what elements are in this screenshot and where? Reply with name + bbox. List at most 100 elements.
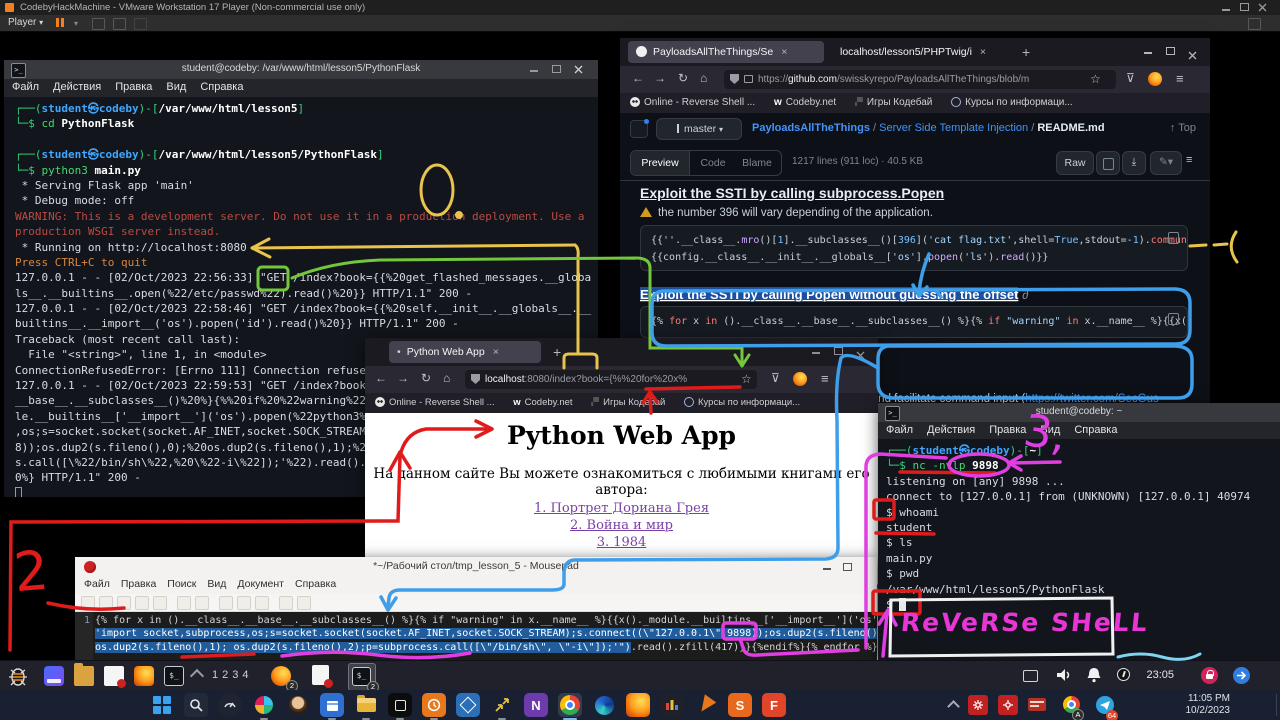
firefox2-close-button[interactable] [856,347,866,356]
toolbar-paste-icon[interactable] [255,596,269,610]
pocket-icon[interactable]: ⊽ [1126,71,1135,85]
chevron-up-icon[interactable] [190,669,204,683]
calendar-app-icon[interactable] [320,693,344,717]
s-app-icon[interactable]: S [728,693,752,717]
toolbar-replace-icon[interactable] [297,596,311,610]
menu-icon[interactable]: ≡ [1176,71,1184,86]
edit-icon[interactable]: ✎▾ [1150,151,1182,175]
bookmark-reverse-shell[interactable]: Online - Reverse Shell ... [630,97,755,108]
outline-icon[interactable]: ≡ [1186,154,1192,166]
toolbar-cut-icon[interactable] [219,596,233,610]
menu-item[interactable]: Справка [200,81,243,93]
firefox-extension-icon[interactable] [1148,72,1162,86]
vm-clock[interactable]: 23:05 [1146,669,1174,681]
tray-telegram-icon[interactable]: 64 [1096,696,1114,719]
bookmark-codeby[interactable]: wCodeby.net [774,97,836,108]
firefox-icon[interactable] [626,693,650,717]
start-button[interactable] [150,693,174,717]
mousepad-window[interactable]: *~/Рабочий стол/tmp_lesson_5 - Mousepad … [75,557,877,660]
vmware-minimize-button[interactable] [1222,3,1232,12]
pause-button[interactable] [56,18,66,30]
branch-selector[interactable]: master ▾ [656,118,742,140]
tray-panel-icon[interactable] [1028,698,1046,711]
bookmark-courses[interactable]: Курсы по информаци... [684,397,800,408]
power-indicator-icon[interactable] [1117,668,1130,681]
home-icon[interactable]: ⌂ [443,371,450,385]
menu-item[interactable]: Поиск [167,578,196,590]
toolbar-new-icon[interactable] [81,596,95,610]
mousepad-text[interactable]: {% for x in ().__class__.__base__.__subc… [95,614,877,654]
copy-raw-icon[interactable] [1096,151,1120,175]
bookmark-courses[interactable]: Курсы по информаци... [951,97,1073,108]
terminal1-minimize-button[interactable] [530,64,540,73]
launcher-files-icon[interactable] [74,666,94,686]
tab-blame[interactable]: Blame [735,151,779,175]
back-icon[interactable]: ← [375,371,387,385]
arrows-app-icon[interactable] [490,693,514,717]
menu-item[interactable]: Файл [886,424,913,436]
kali-menu-icon[interactable] [6,664,30,693]
tab-close-icon[interactable]: × [781,46,787,58]
virtualbox-icon[interactable] [456,693,480,717]
toolbar-redo-icon[interactable] [195,596,209,610]
raw-button[interactable]: Raw [1056,151,1094,175]
vmware-close-button[interactable] [1258,3,1268,12]
onenote-icon[interactable]: N [524,693,548,717]
devices-icon[interactable] [92,18,105,30]
mousepad-titlebar[interactable]: *~/Рабочий стол/tmp_lesson_5 - Mousepad [75,557,877,578]
url-bar[interactable]: localhost:8080/index?book={%%20for%20x% [465,370,757,389]
new-tab-button[interactable]: + [553,344,561,360]
tray-window-icon[interactable] [1023,670,1038,682]
tray-chrome-icon[interactable]: A [1063,696,1080,718]
firefox2-maximize-button[interactable] [834,347,844,356]
carrot-app-icon[interactable] [694,693,718,717]
toolbar-close-icon[interactable] [153,596,167,610]
menu-item[interactable]: Вид [166,81,186,93]
tab-close-icon[interactable]: × [980,46,986,58]
mousepad-editor[interactable]: 1 {% for x in ().__class__.__base__.__su… [75,612,877,660]
pause-caret[interactable]: ▾ [74,19,78,28]
book-link-war-and-peace[interactable]: 2. Война и мир [570,518,673,533]
bookmark-games[interactable]: Игры Кодебай [591,397,665,408]
tray-gear-icon-2[interactable] [998,695,1018,715]
clock-app-icon[interactable] [422,693,446,717]
tab-python-web-app[interactable]: •Python Web App× [389,341,541,363]
firefox1-maximize-button[interactable] [1166,47,1176,56]
gauge-app-icon[interactable] [218,693,242,717]
book-link-dorian-gray[interactable]: 1. Портрет Дориана Грея [534,501,709,516]
bookmark-codeby[interactable]: wCodeby.net [513,397,572,408]
new-tab-button[interactable]: + [1022,44,1030,60]
download-icon[interactable]: ⤓ [1122,151,1146,175]
toolbar-open-icon[interactable] [99,596,113,610]
menu-item[interactable]: Вид [207,578,226,590]
forward-icon[interactable]: → [397,371,409,385]
home-icon[interactable]: ⌂ [700,71,707,85]
launcher-desktop-icon[interactable] [44,666,64,686]
toolbar-restore-icon[interactable] [1248,18,1261,30]
toolbar-search-icon[interactable] [279,596,293,610]
f-app-icon[interactable]: F [762,693,786,717]
fullscreen-icon[interactable] [113,18,126,30]
bookmark-star-icon[interactable]: ☆ [1090,72,1101,86]
copy-icon[interactable] [1168,232,1179,244]
github-code-block-2[interactable]: {% for x in ().__class__.__base__.__subc… [640,306,1188,338]
bookmark-games[interactable]: Игры Кодебай [855,97,932,108]
black-app-icon[interactable] [388,693,412,717]
task-mousepad[interactable] [308,663,334,689]
toolbar-undo-icon[interactable] [177,596,191,610]
menu-item[interactable]: Справка [1074,424,1117,436]
menu-item[interactable]: Документ [237,578,284,590]
workspace-number[interactable]: 2 [222,669,232,681]
github-code-block-1[interactable]: {{''.__class__.mro()[1].__subclasses__()… [640,225,1188,271]
player-menu[interactable]: Player ▾ [8,17,43,28]
launcher-terminal-icon[interactable]: $_ [164,666,184,686]
tray-chevron-icon[interactable] [947,700,960,713]
workspace-number[interactable]: 1 [212,669,222,681]
back-icon[interactable]: ← [632,71,644,85]
terminal1-maximize-button[interactable] [552,65,562,74]
tab-payloadsallthethings[interactable]: PayloadsAllTheThings/Se× [628,41,824,63]
menu-item[interactable]: Файл [12,81,39,93]
screen-lock-icon[interactable] [1201,667,1218,684]
edge-icon[interactable] [592,693,616,717]
tab-localhost-phptwig[interactable]: localhost/lesson5/PHPTwig/i× [832,41,1010,63]
